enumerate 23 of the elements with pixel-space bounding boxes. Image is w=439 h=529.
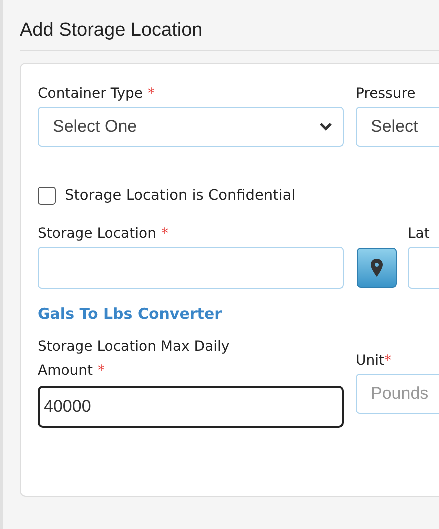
field-label: Pressure — [356, 86, 416, 102]
converter-link[interactable]: Gals To Lbs Converter — [38, 305, 222, 323]
field-label: Container Type — [38, 86, 144, 102]
required-mark: * — [161, 226, 168, 242]
select-field[interactable]: Select — [356, 107, 439, 147]
field-label: Amount — [38, 362, 94, 379]
required-mark: * — [148, 86, 156, 102]
required-mark: * — [98, 362, 106, 379]
select-field[interactable]: Select One — [38, 107, 344, 147]
chevron-down-icon — [319, 122, 333, 132]
map-pin-button[interactable] — [357, 248, 397, 288]
input-field[interactable] — [38, 247, 344, 289]
checkbox[interactable] — [38, 187, 56, 205]
section-title: Add Storage Location — [20, 20, 439, 51]
field-label: Unit — [356, 352, 384, 369]
field-label: Storage Location — [38, 226, 156, 242]
unit-input[interactable]: Pounds — [356, 374, 439, 414]
field-label: Storage Location Max Daily — [38, 339, 230, 355]
map-pin-icon — [370, 258, 384, 278]
checkbox-label: Storage Location is Confidential — [65, 188, 296, 204]
amount-input[interactable]: 40000 — [38, 386, 344, 428]
field-label: Lat — [408, 226, 431, 242]
required-mark: * — [384, 352, 392, 369]
